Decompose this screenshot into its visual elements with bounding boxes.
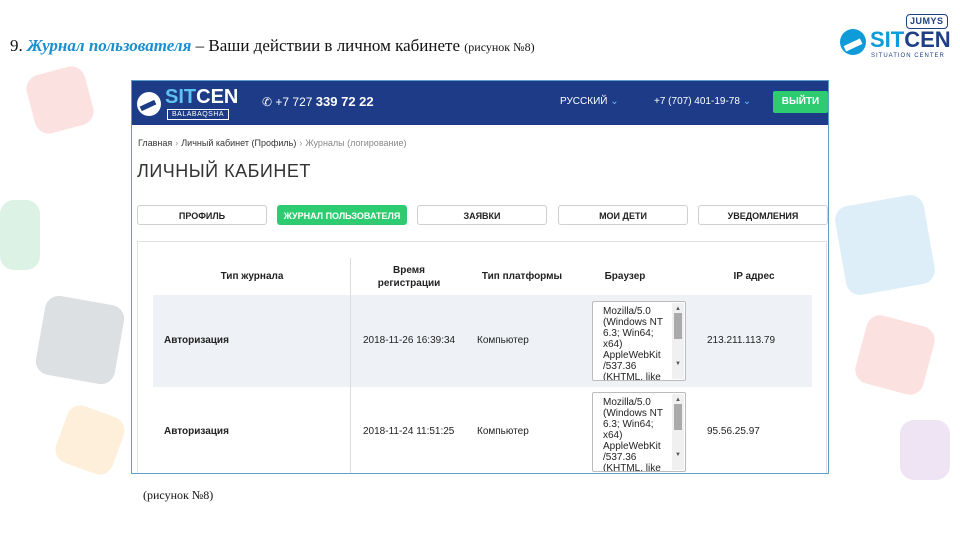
browser-textarea[interactable]: Mozilla/5.0 (Windows NT 6.3; Win64; x64)…	[592, 301, 686, 381]
table-cell-ip: 95.56.25.97	[707, 426, 760, 437]
column-divider	[350, 258, 351, 473]
table-cell-time: 2018-11-24 11:51:25	[363, 426, 455, 437]
column-header: IP адрес	[733, 271, 775, 282]
scrollbar[interactable]: ▲ ▼	[672, 303, 684, 379]
figure-caption: (рисунок №8)	[143, 488, 214, 502]
table-cell-type: Авторизация	[164, 426, 229, 437]
column-header: Браузер	[604, 271, 646, 282]
site-logo-sub: BALABAQSHA	[167, 109, 230, 120]
page-title: ЛИЧНЫЙ КАБИНЕТ	[137, 161, 311, 181]
phone-icon: ✆	[262, 95, 273, 109]
chevron-right-icon: ›	[175, 138, 179, 148]
logo-wordmark: SITCEN	[870, 27, 951, 52]
table-cell-type: Авторизация	[164, 335, 229, 346]
site-logo-icon	[137, 92, 161, 116]
chevron-right-icon: ›	[299, 138, 303, 148]
site-phone[interactable]: ✆ +7 727 339 72 22	[262, 94, 374, 109]
scroll-down-icon: ▼	[675, 452, 681, 458]
background-tile	[900, 420, 950, 480]
chevron-down-icon: ⌄	[610, 96, 619, 107]
tab-notifications[interactable]: УВЕДОМЛЕНИЯ	[698, 205, 828, 225]
logo-globe-icon	[840, 29, 866, 55]
logout-button[interactable]: ВЫЙТИ	[773, 91, 828, 113]
sitcen-logo: JUMYS SITCEN SITUATION CENTER	[840, 14, 952, 62]
background-tile	[852, 312, 938, 398]
background-tile	[0, 200, 40, 270]
background-tile	[51, 401, 129, 479]
user-phone-menu[interactable]: +7 (707) 401-19-78 ⌄	[654, 96, 751, 107]
tab-my-children[interactable]: МОИ ДЕТИ	[558, 205, 688, 225]
tab-requests[interactable]: ЗАЯВКИ	[417, 205, 547, 225]
scrollbar[interactable]: ▲ ▼	[672, 394, 684, 470]
tab-user-journal[interactable]: ЖУРНАЛ ПОЛЬЗОВАТЕЛЯ	[277, 205, 407, 225]
table-cell-platform: Компьютер	[477, 426, 529, 437]
background-tile	[33, 293, 127, 387]
column-header: Тип журнала	[220, 271, 284, 282]
scroll-down-icon: ▼	[675, 361, 681, 367]
browser-textarea[interactable]: Mozilla/5.0 (Windows NT 6.3; Win64; x64)…	[592, 392, 686, 472]
site-logo[interactable]: SITCEN BALABAQSHA	[137, 86, 241, 120]
column-header: Время регистрации	[377, 265, 441, 289]
breadcrumb-home[interactable]: Главная	[138, 138, 172, 148]
site-screenshot: SITCEN BALABAQSHA ✆ +7 727 339 72 22 РУС…	[131, 80, 829, 474]
breadcrumb-current: Журналы (логирование)	[305, 138, 407, 148]
slide-title-highlight: Журнал пользователя	[27, 36, 192, 55]
slide-title: 9. Журнал пользователя – Ваши действии в…	[10, 36, 535, 55]
breadcrumb-profile[interactable]: Личный кабинет (Профиль)	[181, 138, 296, 148]
chevron-down-icon: ⌄	[742, 96, 752, 107]
slide-title-ref: (рисунок №8)	[464, 40, 535, 54]
logo-subtitle: SITUATION CENTER	[871, 53, 945, 59]
breadcrumb: Главная › Личный кабинет (Профиль) › Журналы…	[138, 138, 407, 148]
column-header: Тип платформы	[481, 271, 563, 282]
table-cell-platform: Компьютер	[477, 335, 529, 346]
table-cell-ip: 213.211.113.79	[707, 335, 776, 346]
language-select[interactable]: РУССКИЙ ⌄	[560, 96, 619, 107]
site-navbar: SITCEN BALABAQSHA ✆ +7 727 339 72 22 РУС…	[132, 81, 828, 125]
table-cell-time: 2018-11-26 16:39:34	[363, 335, 456, 346]
background-tile	[832, 192, 938, 298]
background-tile	[23, 63, 97, 137]
tab-profile[interactable]: ПРОФИЛЬ	[137, 205, 267, 225]
